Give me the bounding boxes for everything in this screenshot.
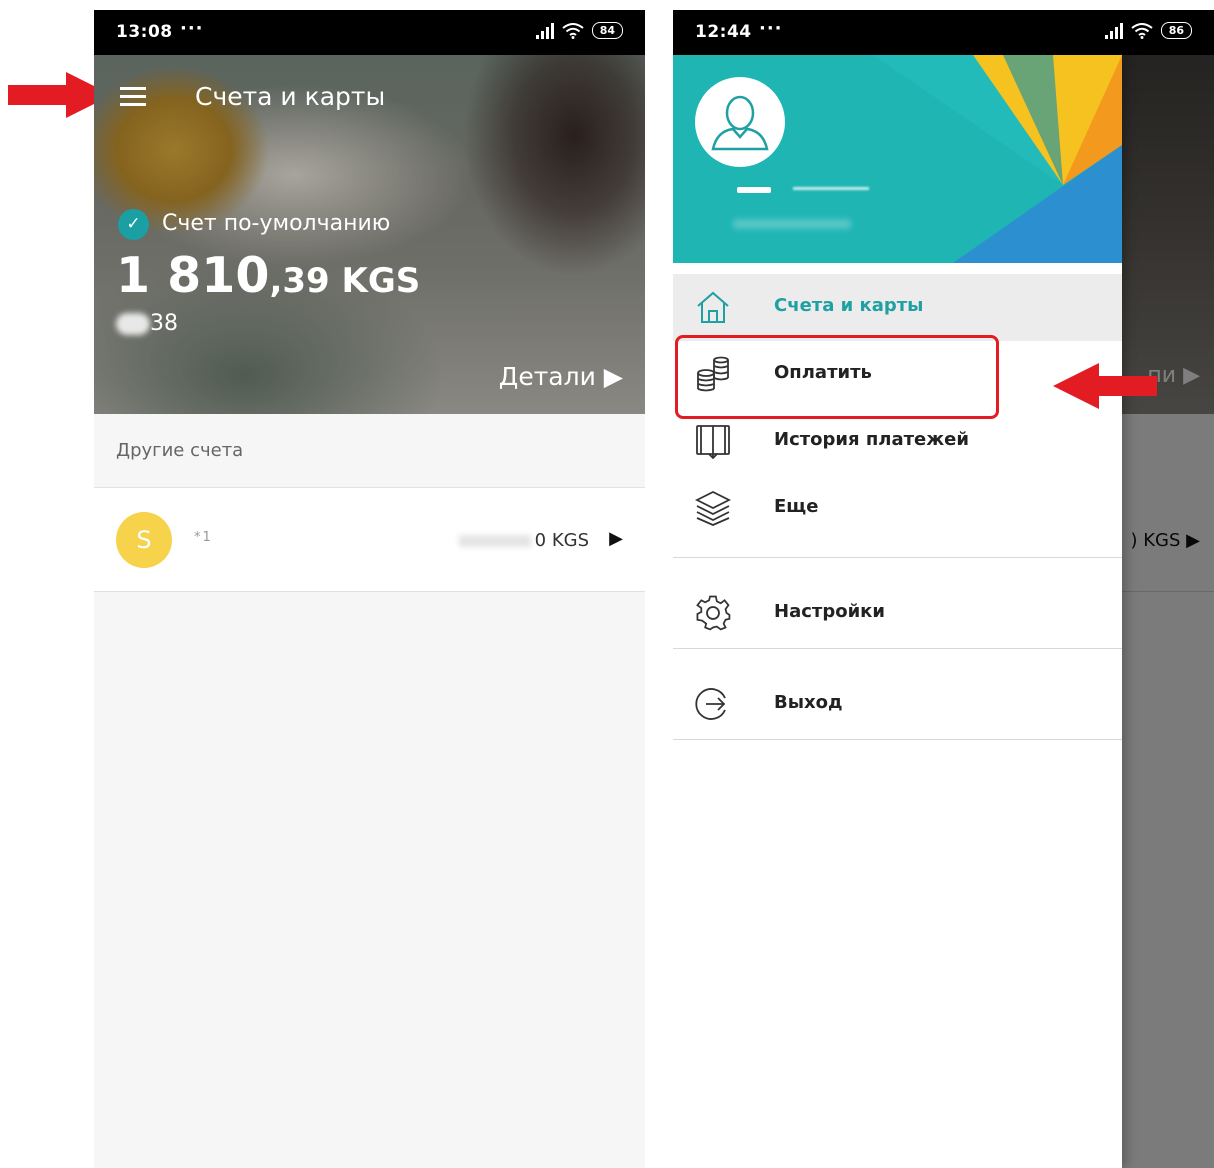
navigation-drawer: Счета и карты Оплатить История платежей (673, 55, 1122, 1168)
drawer-scrim[interactable] (1122, 55, 1214, 1168)
avatar: S (116, 512, 172, 568)
wifi-icon (562, 22, 584, 39)
menu-divider (673, 648, 1122, 649)
menu-divider (673, 739, 1122, 740)
navigation-drawer-screen: 12:44 ··· 86 пи ▶ ) KGS ▶ (673, 10, 1214, 1168)
notification-dots: ··· (180, 18, 204, 39)
section-title: Другие счета (116, 440, 244, 461)
drawer-header (673, 55, 1122, 263)
user-name-masked (737, 183, 873, 197)
signal-icon (1104, 22, 1123, 39)
annotation-arrow-right (1053, 363, 1157, 409)
home-icon (697, 291, 729, 323)
status-bar: 12:44 ··· 86 (673, 10, 1214, 55)
annotation-highlight-box (675, 335, 999, 419)
list-item[interactable]: S *1 0 KGS ▶ (94, 488, 645, 592)
layers-icon (695, 490, 731, 526)
battery-icon: 84 (591, 22, 623, 39)
status-time: 13:08 (116, 22, 173, 42)
menu-label: Выход (774, 692, 843, 713)
signal-icon (535, 22, 554, 39)
default-account-card[interactable]: Счета и карты ✓ Счет по-умолчанию 1 810,… (94, 55, 645, 414)
chevron-right-icon: ▶ (609, 528, 623, 549)
avatar (695, 77, 785, 167)
check-icon: ✓ (118, 209, 149, 240)
account-balance: 1 810,39 KGS (116, 247, 420, 304)
balance-main: 1 810 (116, 247, 270, 304)
menu-divider (673, 557, 1122, 558)
wifi-icon (1131, 22, 1153, 39)
user-subtitle-masked (733, 219, 851, 229)
menu-item-settings[interactable]: Настройки (673, 580, 1122, 647)
menu-label: Счета и карты (774, 295, 924, 316)
menu-label: Еще (774, 496, 819, 517)
details-link[interactable]: Детали ▶ (499, 362, 623, 391)
menu-label: Настройки (774, 601, 886, 622)
status-bar: 13:08 ··· 84 (94, 10, 645, 55)
default-account-label: Счет по-умолчанию (162, 211, 391, 236)
status-icons: 84 (535, 22, 623, 39)
account-amount: 0 KGS (458, 530, 589, 551)
balance-fraction: ,39 KGS (269, 261, 421, 301)
menu-item-accounts[interactable]: Счета и карты (673, 274, 1122, 341)
menu-item-more[interactable]: Еще (673, 475, 1122, 542)
status-icons: 86 (1104, 22, 1192, 39)
notification-dots: ··· (759, 18, 783, 39)
hamburger-menu-icon[interactable] (120, 87, 146, 111)
gear-icon (696, 595, 731, 631)
menu-label: История платежей (774, 429, 969, 450)
logout-icon (695, 688, 726, 720)
account-number-masked: *1 (194, 530, 213, 545)
other-accounts-header: Другие счета (94, 414, 645, 488)
account-number: 38 (116, 311, 178, 336)
masked-region (116, 313, 150, 335)
status-time: 12:44 (695, 22, 752, 42)
battery-icon: 86 (1160, 22, 1192, 39)
menu-item-logout[interactable]: Выход (673, 671, 1122, 738)
page-title: Счета и карты (195, 82, 386, 111)
user-icon (711, 95, 769, 151)
accounts-screen: 13:08 ··· 84 Счета и карты ✓ Счет по-умо… (94, 10, 645, 1168)
book-icon (696, 425, 730, 459)
